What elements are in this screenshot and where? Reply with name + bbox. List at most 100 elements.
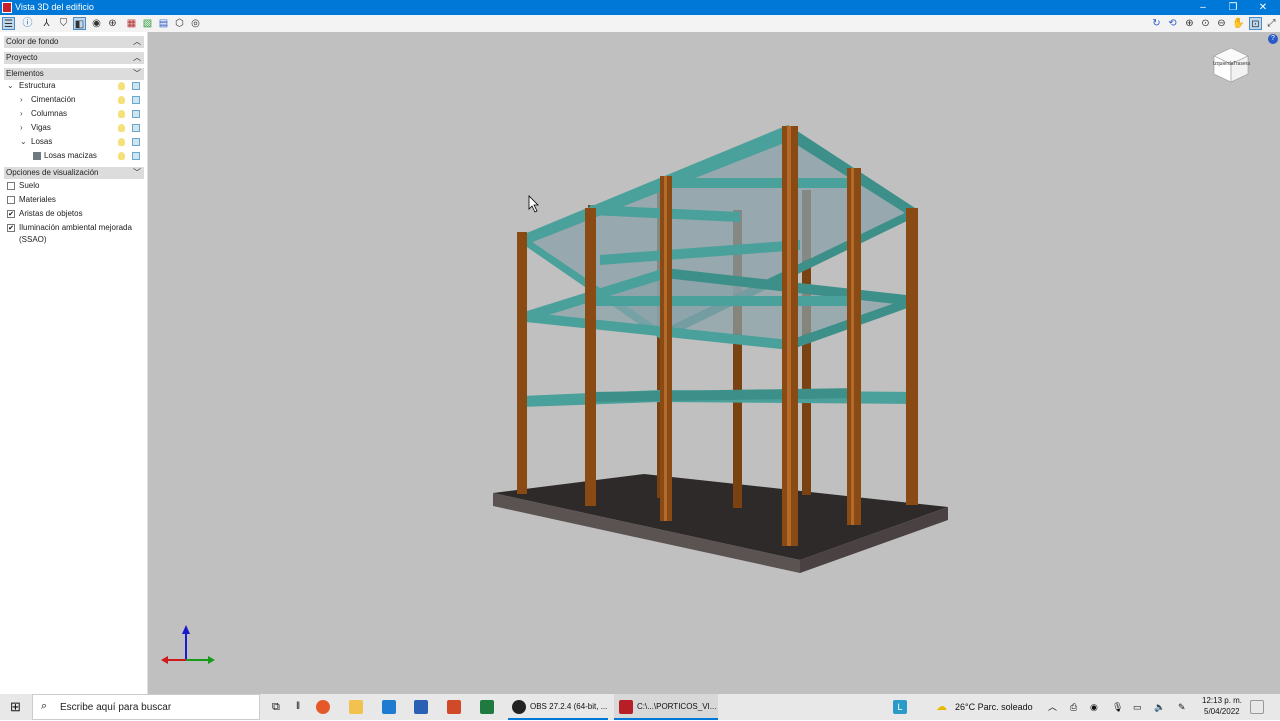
eye-icon[interactable]: ◉ [90, 17, 103, 30]
building-model[interactable] [148, 32, 1280, 694]
taskbar-obs[interactable]: OBS 27.2.4 (64-bit, ... [508, 694, 608, 720]
taskbar-search[interactable]: ⌕ Escribe aquí para buscar [32, 694, 260, 720]
view-cube[interactable]: Izquierda Trasera [1212, 46, 1250, 84]
taskbar-cypecad[interactable]: C:\...\PORTICOS_VI... [614, 694, 718, 720]
transparency-icon[interactable] [132, 82, 140, 90]
option-materials[interactable]: Materiales [0, 194, 146, 206]
chevron-right-icon[interactable]: › [20, 122, 28, 134]
zoom-all-icon[interactable]: ⤢ [1265, 17, 1278, 30]
pen-icon[interactable]: ✎ [1178, 694, 1186, 720]
zoom-fit-icon[interactable]: ⊙ [1199, 17, 1212, 30]
view-cube-right-label: Trasera [1233, 61, 1251, 67]
chevron-up-icon[interactable]: ︿ [133, 52, 141, 64]
grid-red-icon[interactable]: ▦ [125, 17, 138, 30]
chevron-right-icon[interactable]: › [20, 108, 28, 120]
tree-label: Columnas [31, 109, 68, 118]
option-label: Aristas de objetos [19, 209, 83, 218]
chevron-up-icon[interactable]: ︿ [1048, 694, 1057, 720]
file-explorer-icon[interactable] [349, 700, 363, 714]
pan-icon[interactable]: ✋ [1232, 17, 1245, 30]
grid-green-icon[interactable]: ▧ [141, 17, 154, 30]
shield-icon[interactable]: ⛉ [57, 17, 70, 30]
color-swatch[interactable] [33, 152, 41, 160]
firefox-icon[interactable] [316, 700, 330, 714]
minimize-button[interactable]: – [1190, 0, 1216, 15]
tree-item-structure[interactable]: ⌄ Estructura [0, 80, 146, 92]
transparency-icon[interactable] [132, 138, 140, 146]
zoom-in-icon[interactable]: ⊕ [1183, 17, 1196, 30]
tree-item-solid-slabs[interactable]: Losas macizas [0, 150, 146, 162]
help-icon[interactable]: ? [1268, 34, 1278, 44]
tree-item-foundation[interactable]: › Cimentación [0, 94, 146, 106]
visibility-bulb-icon[interactable] [118, 96, 125, 104]
tree-item-beams[interactable]: › Vigas [0, 122, 146, 134]
option-ssao[interactable]: ✔ Iluminación ambiental mejorada (SSAO) [0, 222, 146, 244]
chevron-down-icon[interactable]: ⌄ [20, 136, 28, 148]
powerpoint-icon[interactable] [447, 700, 461, 714]
cype-app-icon [619, 700, 633, 714]
zoom-out-icon[interactable]: ⊖ [1215, 17, 1228, 30]
option-label: Suelo [19, 181, 40, 190]
word-icon[interactable] [414, 700, 428, 714]
panel-elements[interactable]: Elementos ﹀ [4, 68, 144, 80]
close-button[interactable]: ✕ [1250, 0, 1276, 15]
visibility-bulb-icon[interactable] [118, 152, 125, 160]
microphone-icon[interactable]: 🎙 [1112, 694, 1123, 720]
ssao-checkbox[interactable]: ✔ [7, 224, 15, 232]
network-icon[interactable]: ⊕ [106, 17, 119, 30]
building-3d-window: Vista 3D del edificio – ❐ ✕ ☰ ⓘ ⅄ ⛉ ◧ ◉ … [0, 0, 1280, 694]
visibility-bulb-icon[interactable] [118, 124, 125, 132]
maximize-button[interactable]: ❐ [1220, 0, 1246, 15]
view-cube-left-label: Izquierda [1213, 61, 1234, 67]
panel-project[interactable]: Proyecto ︿ [4, 52, 144, 64]
excel-icon[interactable] [480, 700, 494, 714]
cube-icon[interactable]: ⬡ [173, 17, 186, 30]
volume-icon[interactable]: 🔈 [1154, 694, 1165, 720]
panel-background-color[interactable]: Color de fondo ︿ [4, 36, 144, 48]
orbit-center-icon[interactable]: ⟲ [1166, 17, 1179, 30]
tree-item-columns[interactable]: › Columnas [0, 108, 146, 120]
visibility-bulb-icon[interactable] [118, 110, 125, 118]
visibility-bulb-icon[interactable] [118, 82, 125, 90]
record-icon[interactable]: ◉ [1090, 694, 1098, 720]
show-desktop-button[interactable] [1250, 700, 1264, 714]
launcher-icon[interactable]: L [893, 700, 907, 714]
clock-date[interactable]: 5/04/2022 [1204, 707, 1240, 716]
chevron-up-icon[interactable]: ︿ [133, 36, 141, 48]
chevron-down-icon[interactable]: ﹀ [133, 167, 141, 179]
3d-viewport[interactable]: Izquierda Trasera ? [148, 32, 1280, 694]
mail-icon[interactable] [382, 700, 396, 714]
weather-text[interactable]: 26°C Parc. soleado [955, 694, 1033, 720]
orbit-icon[interactable]: ↻ [1150, 17, 1163, 30]
tree-label: Losas macizas [44, 151, 97, 160]
tree-item-slabs[interactable]: ⌄ Losas [0, 136, 146, 148]
transparency-icon[interactable] [132, 96, 140, 104]
zoom-window-icon[interactable]: ⊡ [1249, 17, 1262, 30]
transparency-icon[interactable] [132, 152, 140, 160]
network-icon[interactable]: ▭ [1133, 694, 1142, 720]
hide-icon[interactable]: ◎ [189, 17, 202, 30]
camera-icon[interactable]: ⎙ [1070, 694, 1077, 720]
floor-checkbox[interactable] [7, 182, 15, 190]
transparency-icon[interactable] [132, 110, 140, 118]
grid-blue-icon[interactable]: ▤ [157, 17, 170, 30]
panel-display-options[interactable]: Opciones de visualización ﹀ [4, 167, 144, 179]
title-bar: Vista 3D del edificio – ❐ ✕ [0, 0, 1280, 15]
transparency-icon[interactable] [132, 124, 140, 132]
edges-checkbox[interactable]: ✔ [7, 210, 15, 218]
axis-icon[interactable]: ⅄ [40, 17, 53, 30]
option-floor[interactable]: Suelo [0, 180, 146, 192]
info-icon[interactable]: ⓘ [21, 17, 34, 30]
visibility-bulb-icon[interactable] [118, 138, 125, 146]
layers-icon[interactable]: ☰ [2, 17, 15, 30]
task-view-icon[interactable]: ⧉ [272, 694, 280, 720]
windows-start-icon[interactable]: ⊞ [10, 694, 21, 720]
chevron-down-icon[interactable]: ﹀ [133, 68, 141, 80]
option-edges[interactable]: ✔ Aristas de objetos [0, 208, 146, 220]
chevron-down-icon[interactable]: ⌄ [7, 80, 15, 92]
clock-time[interactable]: 12:13 p. m. [1202, 696, 1242, 705]
chevron-right-icon[interactable]: › [20, 94, 28, 106]
weather-icon[interactable]: ☁ [936, 694, 947, 720]
view-icon[interactable]: ◧ [73, 17, 86, 30]
materials-checkbox[interactable] [7, 196, 15, 204]
